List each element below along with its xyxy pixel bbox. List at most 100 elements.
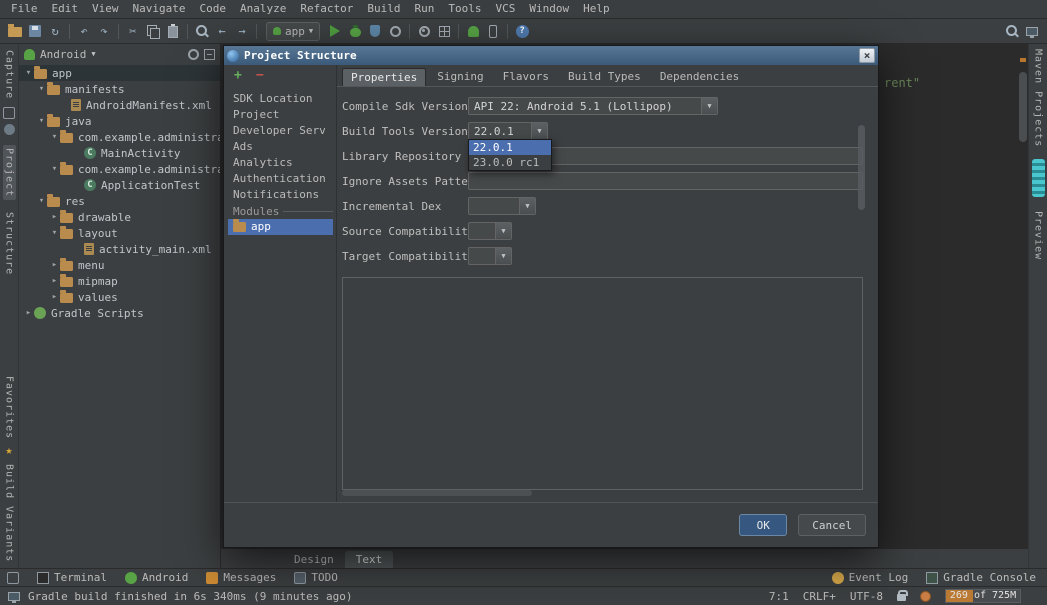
hector-inspector-icon[interactable] bbox=[920, 590, 931, 602]
expand-icon[interactable]: ▾ bbox=[36, 84, 47, 94]
tool-button-messages[interactable]: Messages bbox=[206, 571, 276, 584]
combo-arrow-button[interactable]: ▼ bbox=[701, 98, 717, 114]
tab-build-types[interactable]: Build Types bbox=[560, 68, 649, 86]
menu-refactor[interactable]: Refactor bbox=[293, 0, 360, 18]
combo-arrow-button[interactable]: ▼ bbox=[495, 223, 511, 239]
tool-button-build-variants[interactable]: Build Variants bbox=[4, 464, 15, 562]
expand-icon[interactable]: ▾ bbox=[36, 116, 47, 126]
cancel-button[interactable]: Cancel bbox=[798, 514, 866, 536]
add-icon[interactable]: + bbox=[234, 68, 242, 83]
back-icon[interactable]: ← bbox=[212, 21, 232, 41]
menu-analyze[interactable]: Analyze bbox=[233, 0, 293, 18]
tree-row-mainactivity[interactable]: C MainActivity bbox=[19, 145, 220, 161]
tab-text[interactable]: Text bbox=[344, 551, 394, 568]
source-compat-combo[interactable]: ▼ bbox=[468, 222, 512, 240]
expand-icon[interactable]: ▾ bbox=[23, 68, 34, 78]
project-structure-icon[interactable] bbox=[434, 21, 454, 41]
expand-icon[interactable]: ▾ bbox=[49, 228, 60, 238]
sidebar-item-developer-services[interactable]: Developer Serv bbox=[228, 123, 333, 139]
build-tools-combo[interactable]: 22.0.1 ▼ bbox=[468, 122, 548, 140]
tool-button-terminal[interactable]: Terminal bbox=[37, 571, 107, 584]
tool-button-structure[interactable]: Structure bbox=[4, 212, 15, 275]
lock-icon[interactable] bbox=[897, 590, 908, 601]
tool-button-preview[interactable]: Preview bbox=[1033, 211, 1044, 260]
tree-row-activity-main[interactable]: activity_main.xml bbox=[19, 241, 220, 257]
run-configuration-combo[interactable]: app ▼ bbox=[266, 21, 321, 41]
undo-icon[interactable]: ↶ bbox=[74, 21, 94, 41]
dialog-title-bar[interactable]: Project Structure × bbox=[224, 46, 878, 65]
gradle-tool-icon[interactable] bbox=[1031, 159, 1045, 198]
ok-button[interactable]: OK bbox=[739, 514, 788, 536]
sync-icon[interactable]: ↻ bbox=[45, 21, 65, 41]
project-view-selector[interactable]: Android bbox=[40, 48, 86, 61]
hide-panel-icon[interactable] bbox=[204, 48, 215, 60]
tree-row-package-test[interactable]: ▾ com.example.administrator bbox=[19, 161, 220, 177]
sidebar-item-module-app[interactable]: app bbox=[228, 219, 333, 235]
expand-icon[interactable]: ▾ bbox=[36, 196, 47, 206]
tab-dependencies[interactable]: Dependencies bbox=[652, 68, 747, 86]
sidebar-item-project[interactable]: Project bbox=[228, 107, 333, 123]
cut-icon[interactable]: ✂ bbox=[123, 21, 143, 41]
avd-manager-icon[interactable] bbox=[483, 21, 503, 41]
forward-icon[interactable]: → bbox=[232, 21, 252, 41]
tree-row-manifests[interactable]: ▾ manifests bbox=[19, 81, 220, 97]
tool-button-gradle-console[interactable]: Gradle Console bbox=[926, 571, 1036, 584]
sidebar-item-analytics[interactable]: Analytics bbox=[228, 155, 333, 171]
caret-position-widget[interactable]: 7:1 bbox=[769, 590, 789, 603]
line-ending-widget[interactable]: CRLF+ bbox=[803, 590, 836, 603]
dialog-hscrollbar-thumb[interactable] bbox=[342, 490, 532, 496]
tree-row-applicationtest[interactable]: C ApplicationTest bbox=[19, 177, 220, 193]
tree-row-drawable[interactable]: ▸ drawable bbox=[19, 209, 220, 225]
tool-button-project[interactable]: Project bbox=[2, 145, 16, 201]
sidebar-item-ads[interactable]: Ads bbox=[228, 139, 333, 155]
sidebar-item-authentication[interactable]: Authentication bbox=[228, 171, 333, 187]
toolwindow-toggle-icon[interactable] bbox=[8, 592, 20, 603]
run-icon[interactable] bbox=[325, 21, 345, 41]
collapsed-icon[interactable]: ▸ bbox=[23, 308, 34, 318]
editor-scrollbar[interactable] bbox=[1019, 54, 1027, 454]
menu-edit[interactable]: Edit bbox=[45, 0, 86, 18]
tree-row-package-main[interactable]: ▾ com.example.administrator bbox=[19, 129, 220, 145]
menu-vcs[interactable]: VCS bbox=[488, 0, 522, 18]
tool-button-todo[interactable]: TODO bbox=[294, 571, 338, 584]
menu-view[interactable]: View bbox=[85, 0, 126, 18]
tree-row-androidmanifest[interactable]: AndroidManifest.xml bbox=[19, 97, 220, 113]
debug-icon[interactable] bbox=[345, 21, 365, 41]
close-icon[interactable]: × bbox=[859, 48, 875, 63]
tree-row-java[interactable]: ▾ java bbox=[19, 113, 220, 129]
menu-tools[interactable]: Tools bbox=[441, 0, 488, 18]
tool-button-android[interactable]: Android bbox=[124, 571, 188, 584]
memory-indicator[interactable]: 269 of 725M bbox=[945, 589, 1021, 603]
capture-tool-icon[interactable] bbox=[3, 107, 15, 120]
target-compat-combo[interactable]: ▼ bbox=[468, 247, 512, 265]
tree-row-layout[interactable]: ▾ layout bbox=[19, 225, 220, 241]
window-layout-icon[interactable] bbox=[1022, 21, 1042, 41]
save-icon[interactable] bbox=[25, 21, 45, 41]
quick-access-button[interactable] bbox=[7, 571, 19, 584]
menu-file[interactable]: File bbox=[4, 0, 45, 18]
search-everywhere-icon[interactable] bbox=[1002, 21, 1022, 41]
scrollbar-thumb[interactable] bbox=[1019, 72, 1027, 142]
tab-flavors[interactable]: Flavors bbox=[495, 68, 557, 86]
remove-icon[interactable]: − bbox=[256, 68, 264, 83]
compile-sdk-combo[interactable]: API 22: Android 5.1 (Lollipop) ▼ bbox=[468, 97, 718, 115]
help-icon[interactable]: ? bbox=[512, 21, 532, 41]
redo-icon[interactable]: ↷ bbox=[94, 21, 114, 41]
gear-icon[interactable] bbox=[188, 48, 199, 60]
tree-row-values[interactable]: ▸ values bbox=[19, 289, 220, 305]
menu-code[interactable]: Code bbox=[192, 0, 233, 18]
tab-properties[interactable]: Properties bbox=[342, 68, 427, 86]
paste-icon[interactable] bbox=[163, 21, 183, 41]
collapsed-icon[interactable]: ▸ bbox=[49, 260, 60, 270]
incremental-dex-combo[interactable]: ▼ bbox=[468, 197, 536, 215]
menu-build[interactable]: Build bbox=[360, 0, 407, 18]
combo-arrow-button[interactable]: ▼ bbox=[495, 248, 511, 264]
profiler-icon[interactable] bbox=[385, 21, 405, 41]
combo-arrow-button[interactable]: ▼ bbox=[519, 198, 535, 214]
tab-signing[interactable]: Signing bbox=[429, 68, 491, 86]
find-icon[interactable] bbox=[192, 21, 212, 41]
menu-run[interactable]: Run bbox=[407, 0, 441, 18]
ignore-assets-input[interactable] bbox=[468, 172, 863, 190]
encoding-widget[interactable]: UTF-8 bbox=[850, 590, 883, 603]
expand-icon[interactable]: ▾ bbox=[49, 164, 60, 174]
